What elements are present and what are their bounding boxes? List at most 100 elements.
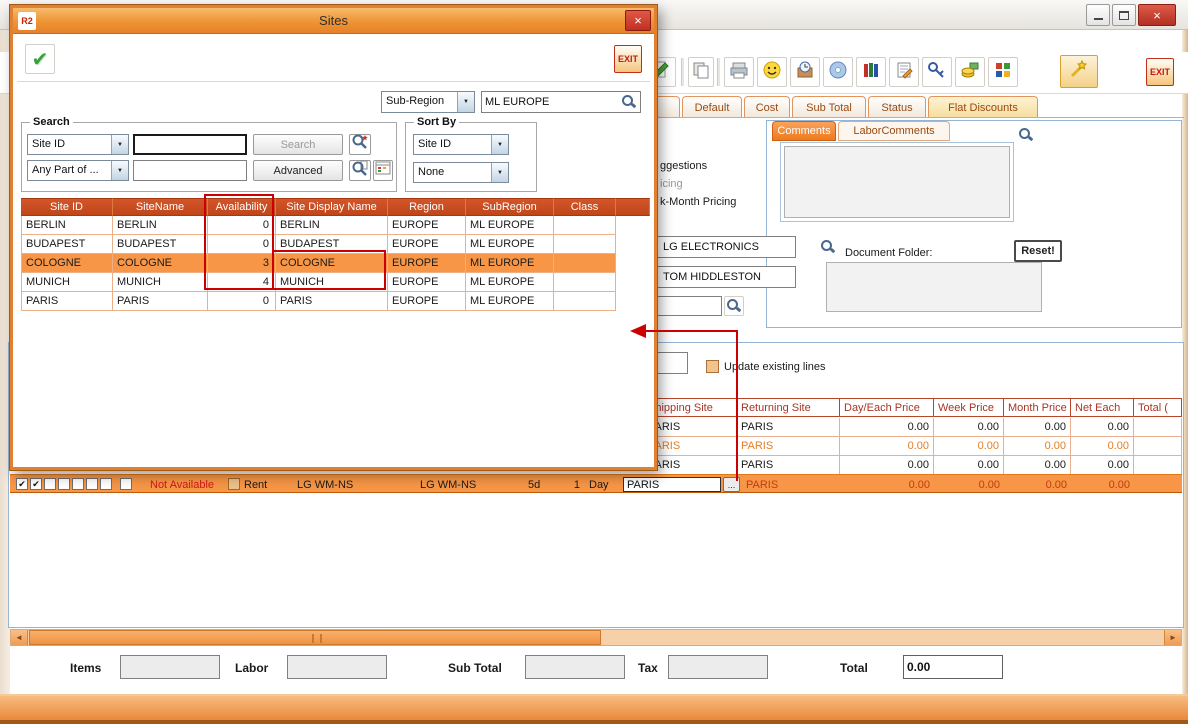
payments-button[interactable]	[955, 57, 985, 87]
table-cell-selected[interactable]: 3	[208, 254, 276, 273]
flag-checkbox[interactable]	[58, 478, 70, 490]
table-cell[interactable]	[554, 273, 616, 292]
table-cell[interactable]: BUDAPEST	[113, 235, 208, 254]
comments-search-icon[interactable]	[1018, 127, 1034, 143]
grid-cell[interactable]: 0.00	[1071, 437, 1134, 456]
comments-textarea[interactable]	[784, 146, 1010, 218]
document-folder-box[interactable]	[826, 262, 1042, 312]
table-cell[interactable]: 4	[208, 273, 276, 292]
subregion-search-icon[interactable]	[621, 94, 637, 110]
close-button[interactable]: ×	[1138, 4, 1176, 26]
grid-cell[interactable]: 0.00	[1004, 437, 1071, 456]
table-cell[interactable]: MUNICH	[21, 273, 113, 292]
table-cell[interactable]: ML EUROPE	[466, 216, 554, 235]
table-cell[interactable]	[554, 235, 616, 254]
col-availability[interactable]: Availability	[208, 198, 276, 216]
grid-cell[interactable]: 0.00	[934, 418, 1004, 437]
grid-col-returning-site[interactable]: Returning Site	[737, 398, 840, 417]
catalog-button[interactable]	[856, 57, 886, 87]
print-button[interactable]	[724, 57, 754, 87]
grid-cell[interactable]: 0.00	[1004, 418, 1071, 437]
grid-cell[interactable]: PARIS	[644, 456, 737, 475]
table-cell[interactable]: MUNICH	[113, 273, 208, 292]
subregion-value-field[interactable]	[481, 91, 641, 113]
total-field[interactable]	[903, 655, 1003, 679]
advanced-button[interactable]: Advanced	[253, 160, 343, 181]
subtab-laborcomments[interactable]: LaborComments	[838, 121, 950, 141]
grid-cell[interactable]	[1134, 456, 1182, 475]
grid-col-net-each[interactable]: Net Each	[1071, 398, 1134, 417]
disc-button[interactable]	[823, 57, 853, 87]
modules-button[interactable]	[988, 57, 1018, 87]
edit-row[interactable]: ✔ ✔ Not Available Rent LG WM-NS LG WM-NS…	[10, 474, 1182, 493]
schedule-button[interactable]	[790, 57, 820, 87]
search-lookup-button[interactable]	[349, 134, 371, 155]
copy-button[interactable]	[688, 57, 714, 87]
horizontal-scrollbar[interactable]: ◄ ►	[10, 629, 1182, 646]
table-cell[interactable]: ML EUROPE	[466, 235, 554, 254]
dialog-close-button[interactable]: ×	[625, 10, 651, 31]
scroll-right-button[interactable]: ►	[1164, 630, 1181, 645]
grid-cell[interactable]: PARIS	[737, 437, 840, 456]
tab-status[interactable]: Status	[868, 96, 926, 118]
grid-cell[interactable]: 0.00	[840, 437, 934, 456]
grid-col-total[interactable]: Total (	[1134, 398, 1182, 417]
grid-cell[interactable]: 0.00	[1071, 418, 1134, 437]
table-cell-selected[interactable]: ML EUROPE	[466, 254, 554, 273]
scroll-left-button[interactable]: ◄	[11, 630, 28, 645]
table-cell[interactable]: PARIS	[276, 292, 388, 311]
main-exit-button[interactable]: EXIT	[1146, 58, 1174, 86]
grid-cell[interactable]: 0.00	[840, 456, 934, 475]
table-cell[interactable]: ML EUROPE	[466, 273, 554, 292]
table-cell[interactable]: 0	[208, 235, 276, 254]
table-cell-selected[interactable]: COLOGNE	[276, 254, 388, 273]
dialog-exit-button[interactable]: EXIT	[614, 45, 642, 73]
table-cell[interactable]: PARIS	[113, 292, 208, 311]
flag-checkbox[interactable]: ✔	[16, 478, 28, 490]
table-cell-selected[interactable]: EUROPE	[388, 254, 466, 273]
table-cell-selected[interactable]: COLOGNE	[21, 254, 113, 273]
smiley-button[interactable]	[757, 57, 787, 87]
vendor-search-icon[interactable]	[820, 239, 836, 255]
update-lines-checkbox[interactable]	[706, 360, 719, 373]
search-field-combo[interactable]: Site ID ▼	[27, 134, 129, 155]
grid-cell[interactable]: PARIS	[644, 418, 737, 437]
table-cell[interactable]: BERLIN	[276, 216, 388, 235]
grid-cell[interactable]	[1134, 437, 1182, 456]
table-cell[interactable]: PARIS	[21, 292, 113, 311]
table-cell[interactable]: EUROPE	[388, 216, 466, 235]
table-cell[interactable]	[554, 292, 616, 311]
col-class[interactable]: Class	[554, 198, 616, 216]
col-site-id[interactable]: Site ID	[21, 198, 113, 216]
flag-checkbox[interactable]	[44, 478, 56, 490]
scroll-thumb[interactable]	[29, 630, 601, 645]
sort-secondary-combo[interactable]: None ▼	[413, 162, 509, 183]
search-mode-combo[interactable]: Any Part of ... ▼	[27, 160, 129, 181]
flag-checkbox[interactable]	[86, 478, 98, 490]
wand-button[interactable]	[1060, 55, 1098, 88]
table-cell[interactable]: EUROPE	[388, 235, 466, 254]
items-field[interactable]	[120, 655, 220, 679]
col-subregion[interactable]: SubRegion	[466, 198, 554, 216]
flag-checkbox[interactable]	[100, 478, 112, 490]
grid-cell[interactable]: 0.00	[1071, 456, 1134, 475]
grid-col-shipping-site[interactable]: Shipping Site	[644, 398, 737, 417]
table-cell[interactable]: 0	[208, 216, 276, 235]
table-cell[interactable]: BERLIN	[21, 216, 113, 235]
grid-cell[interactable]	[1134, 418, 1182, 437]
subtab-comments[interactable]: Comments	[772, 121, 836, 141]
shipping-site-browse-button[interactable]: ...	[723, 477, 740, 492]
sort-primary-combo[interactable]: Site ID ▼	[413, 134, 509, 155]
col-region[interactable]: Region	[388, 198, 466, 216]
search-button[interactable]: Search	[253, 134, 343, 155]
table-cell[interactable]: MUNICH	[276, 273, 388, 292]
subtotal-field[interactable]	[525, 655, 625, 679]
table-cell[interactable]: BUDAPEST	[276, 235, 388, 254]
grid-cell[interactable]: PARIS	[737, 418, 840, 437]
maximize-button[interactable]	[1112, 4, 1136, 26]
col-display-name[interactable]: Site Display Name	[276, 198, 388, 216]
grid-cell[interactable]: 0.00	[934, 437, 1004, 456]
table-cell[interactable]: 0	[208, 292, 276, 311]
flag-checkbox[interactable]	[120, 478, 132, 490]
notes-button[interactable]	[889, 57, 919, 87]
